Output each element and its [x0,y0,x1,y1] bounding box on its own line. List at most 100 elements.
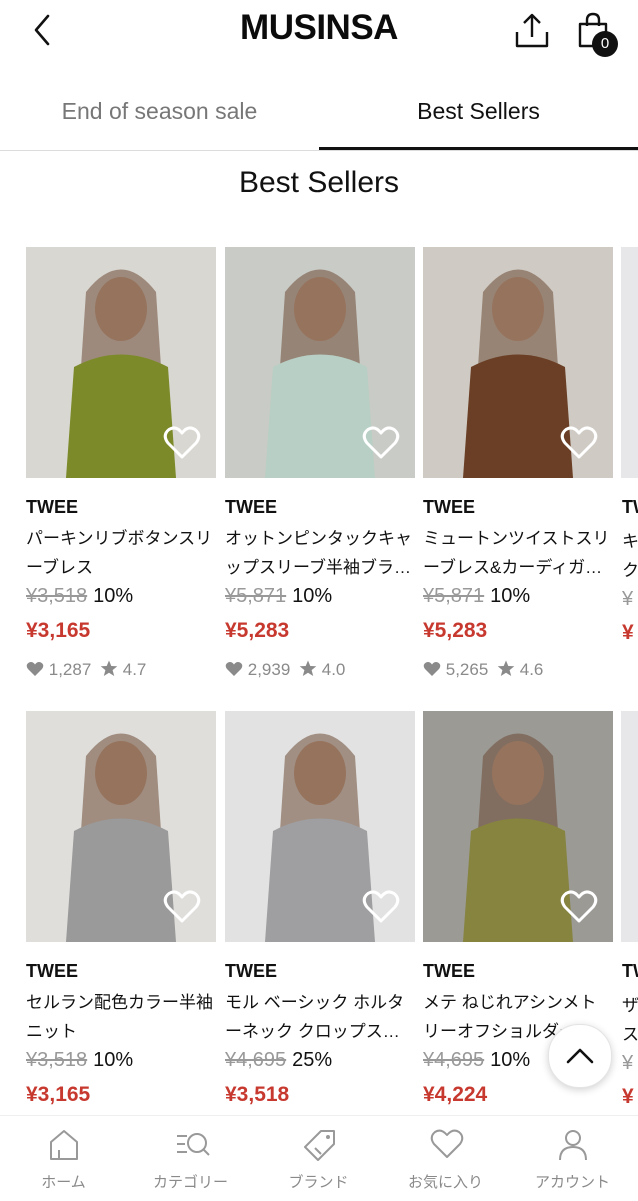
like-count: 5,265 [445,660,489,679]
sale-price: ¥5,283 [423,619,488,642]
star-rating-icon [100,660,118,676]
like-count-icon [423,662,441,676]
nav-category-label: カテゴリー [152,1174,228,1191]
like-count: 1,287 [48,660,92,679]
star-rating-icon [497,660,515,676]
product-name: ミュートンツイストスリーブレス&カーディガ… [423,529,610,577]
peek-name-line: ク [622,561,638,580]
peek-name-line: ス [622,1025,638,1044]
active-tab-indicator [319,147,638,150]
brand-tag-icon [304,1130,335,1161]
discount-rate: 10% [490,585,531,607]
tab-bar: End of season sale Best Sellers [0,80,638,151]
product-photo[interactable] [26,711,216,942]
price-row: ¥5,871 10% [225,585,332,608]
bottom-nav: ホーム カテゴリー ブランド お気に入り アカウント [0,1115,638,1201]
product-stats: 2,939 4.0 [225,660,345,680]
like-count-icon [225,662,243,676]
price-row: ¥4,695 25% [225,1049,332,1072]
nav-favorites-label: お気に入り [407,1174,483,1191]
rating-value: 4.0 [321,660,346,679]
sale-price: ¥3,518 [225,1083,290,1106]
wishlist-heart-icon[interactable] [163,425,201,461]
section-title: Best Sellers [238,166,400,199]
rating-value: 4.7 [122,660,147,679]
peek-sale-price: ¥ [622,1085,634,1108]
product-photo[interactable] [423,247,613,478]
product-photo[interactable] [225,711,415,942]
tab-best-sellers[interactable]: Best Sellers [319,80,638,148]
peek-original-price: ¥ [622,1052,634,1074]
product-brand: TWEE [225,497,277,517]
category-search-icon [177,1133,210,1156]
product-photo[interactable] [26,247,216,478]
peek-original-price: ¥ [622,588,634,610]
product-photo[interactable] [225,247,415,478]
peek-sale-price: ¥ [622,621,634,644]
price-row: ¥4,695 10% [423,1049,530,1072]
original-price: ¥3,518 [26,585,88,607]
sale-price: ¥3,165 [26,1083,91,1106]
discount-rate: 10% [490,1049,531,1071]
peek-name-line: ザ [622,996,638,1015]
product-name: オットンピンタックキャップスリーブ半袖ブラ… [225,529,412,577]
peek-brand: TW [622,497,638,517]
peek-product-photo[interactable] [621,247,638,478]
price-row: ¥3,518 10% [26,585,133,608]
product-name: セルラン配色カラー半袖ニット [26,993,213,1041]
sale-price: ¥4,224 [423,1083,488,1106]
discount-rate: 10% [292,585,333,607]
product-stats: 5,265 4.6 [423,660,543,680]
sale-price: ¥5,283 [225,619,290,642]
nav-brand[interactable]: ブランド [255,1116,382,1201]
nav-account-label: アカウント [534,1174,610,1191]
product-stats: 1,287 4.7 [26,660,146,680]
discount-rate: 25% [292,1049,333,1071]
nav-home[interactable]: ホーム [0,1116,127,1201]
wishlist-heart-icon[interactable] [560,425,598,461]
product-brand: TWEE [423,497,475,517]
star-rating-icon [299,660,317,676]
price-row: ¥3,518 10% [26,1049,133,1072]
share-icon[interactable] [510,10,554,54]
discount-rate: 10% [93,1049,134,1071]
discount-rate: 10% [93,585,134,607]
top-header: MUSINSA 0 [0,0,638,70]
cart-count-badge: 0 [592,31,618,57]
original-price: ¥4,695 [225,1049,287,1071]
sale-price: ¥3,165 [26,619,91,642]
product-brand: TWEE [423,961,475,981]
scroll-to-top-button[interactable] [548,1024,612,1088]
like-count-icon [26,662,44,676]
price-row: ¥5,871 10% [423,585,530,608]
original-price: ¥3,518 [26,1049,88,1071]
tab-end-of-season-sale[interactable]: End of season sale [0,80,319,148]
nav-home-label: ホーム [41,1174,86,1191]
wishlist-heart-icon[interactable] [163,889,201,925]
product-name: パーキンリブボタンスリーブレス [26,529,213,577]
peek-name-line: キ [622,532,638,551]
heart-icon [430,1129,464,1158]
original-price: ¥5,871 [225,585,287,607]
nav-category[interactable]: カテゴリー [127,1116,254,1201]
product-brand: TWEE [225,961,277,981]
nav-account[interactable]: アカウント [509,1116,636,1201]
wishlist-heart-icon[interactable] [362,425,400,461]
product-photo[interactable] [423,711,613,942]
wishlist-heart-icon[interactable] [560,889,598,925]
product-brand: TWEE [26,961,78,981]
wishlist-heart-icon[interactable] [362,889,400,925]
chevron-up-icon [566,1048,594,1064]
original-price: ¥4,695 [423,1049,485,1071]
product-brand: TWEE [26,497,78,517]
like-count: 2,939 [247,660,291,679]
original-price: ¥5,871 [423,585,485,607]
peek-product-photo[interactable] [621,711,638,942]
rating-value: 4.6 [519,660,544,679]
peek-brand: TW [622,961,638,981]
home-icon [50,1130,78,1160]
nav-brand-label: ブランド [288,1174,349,1191]
product-name: モル ベーシック ホルターネック クロップス… [225,993,405,1041]
nav-favorites[interactable]: お気に入り [382,1116,509,1201]
account-icon [559,1130,587,1161]
